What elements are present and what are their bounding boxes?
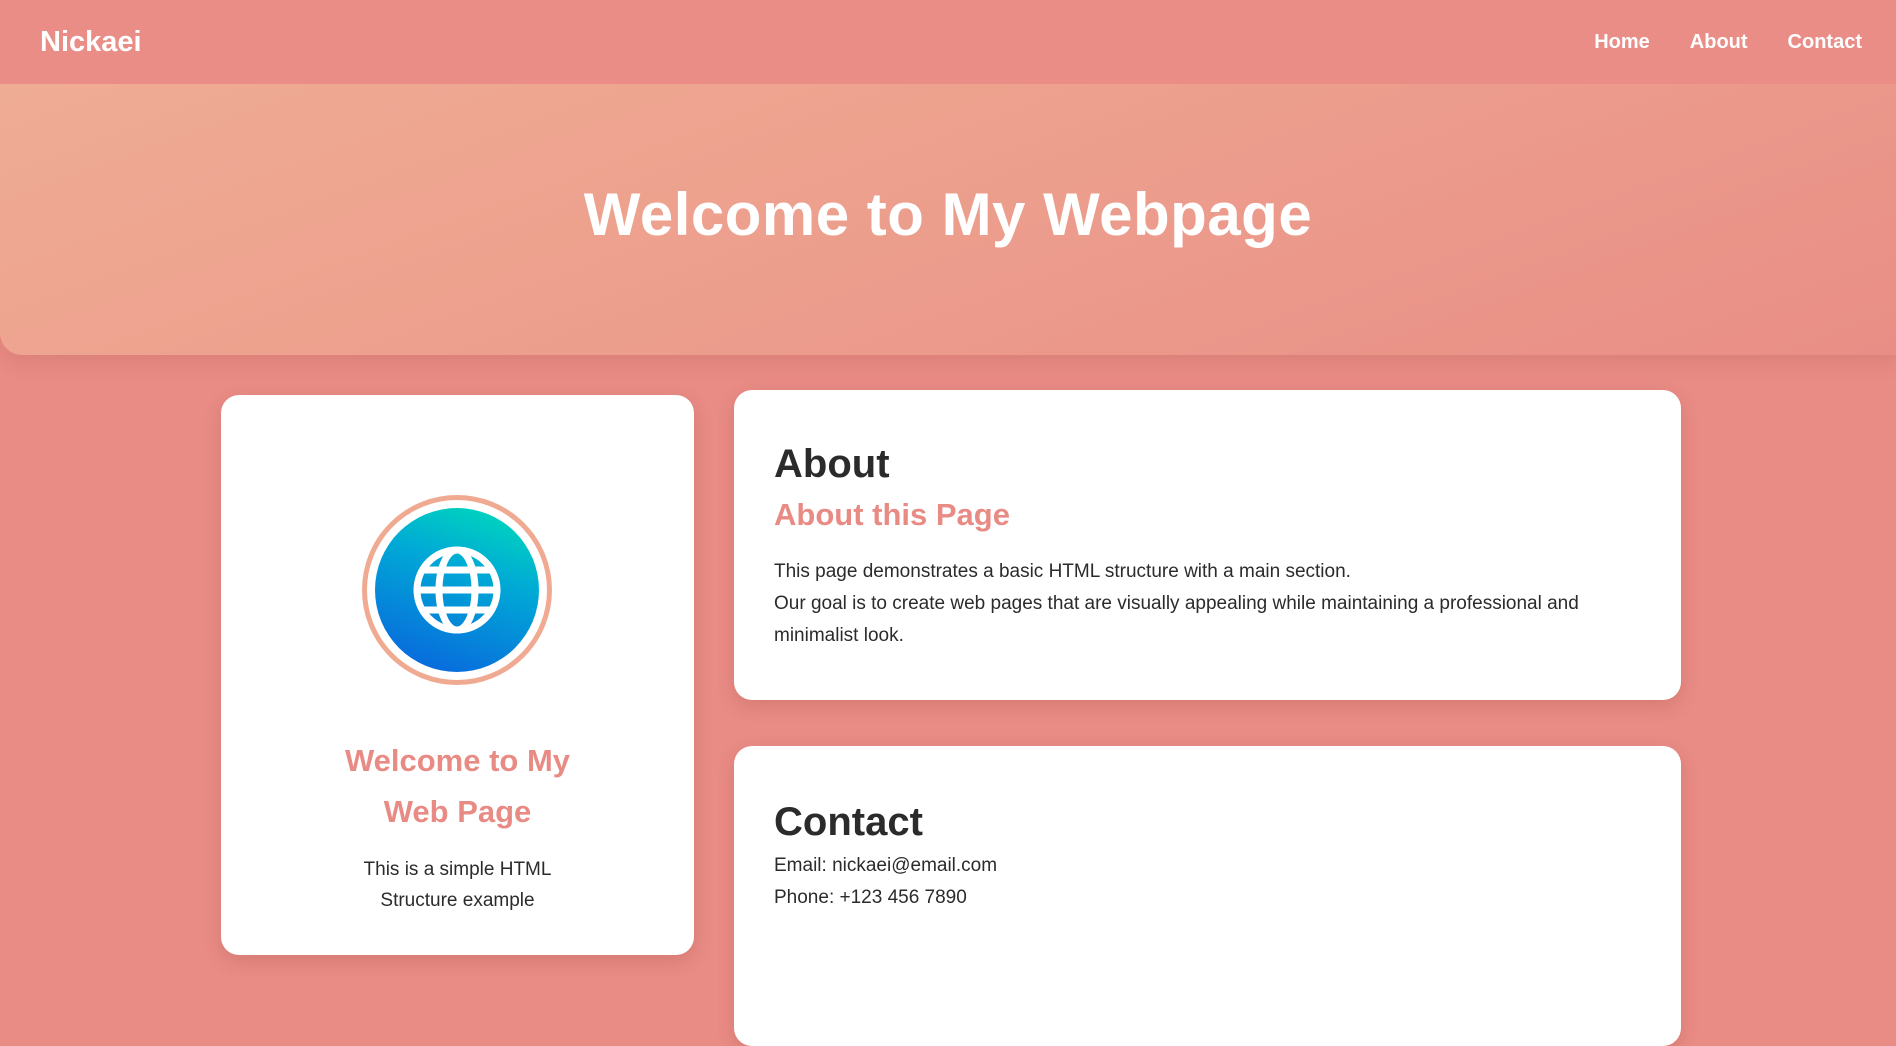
about-card: About About this Page This page demonstr… xyxy=(734,390,1681,700)
profile-heading: Welcome to My Web Page xyxy=(344,743,571,829)
nav-link-home[interactable]: Home xyxy=(1594,31,1650,54)
profile-card: Welcome to My Web Page This is a simple … xyxy=(221,395,694,955)
contact-phone: Phone: +123 456 7890 xyxy=(774,887,967,908)
about-subtitle: About this Page xyxy=(774,497,1010,532)
about-line-1: This page demonstrates a basic HTML stru… xyxy=(774,561,1351,582)
navbar: Nickaei Home About Contact xyxy=(0,0,1896,84)
globe-icon xyxy=(375,508,539,672)
about-title: About xyxy=(774,442,890,486)
hero-title: Welcome to My Webpage xyxy=(583,181,1313,248)
contact-details: Email: nickaei@email.com Phone: +123 456… xyxy=(774,850,1641,914)
contact-card: Contact Email: nickaei@email.com Phone: … xyxy=(734,746,1681,1046)
profile-text: This is a simple HTML Structure example xyxy=(363,859,552,911)
about-line-2: Our goal is to create web pages that are… xyxy=(774,593,1579,646)
brand-logo[interactable]: Nickaei xyxy=(40,26,142,59)
contact-email: Email: nickaei@email.com xyxy=(774,855,998,876)
globe-avatar xyxy=(362,495,552,685)
about-text: This page demonstrates a basic HTML stru… xyxy=(774,556,1641,652)
hero-banner: Welcome to My Webpage xyxy=(0,84,1896,355)
nav-link-contact[interactable]: Contact xyxy=(1788,31,1862,54)
nav-links: Home About Contact xyxy=(1594,31,1862,54)
contact-title: Contact xyxy=(774,800,923,844)
nav-link-about[interactable]: About xyxy=(1690,31,1748,54)
